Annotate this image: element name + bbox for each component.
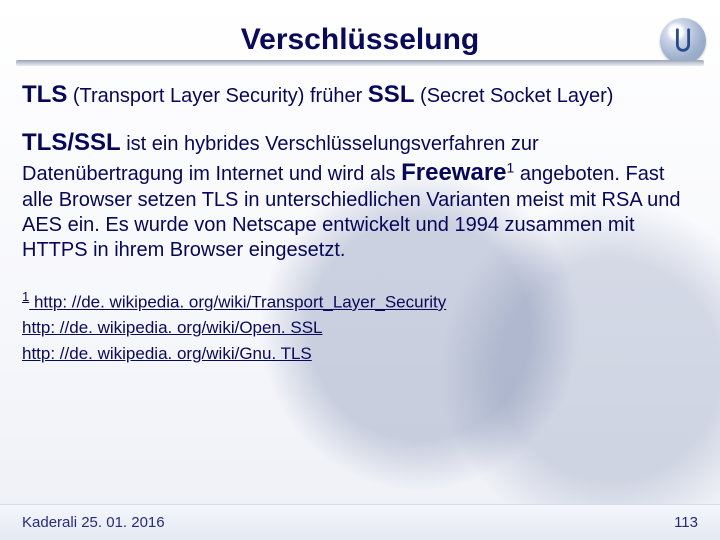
term-tls: TLS — [22, 81, 67, 108]
page-number: 113 — [674, 514, 698, 531]
text-segment: (Transport Layer Security) früher — [67, 85, 367, 107]
term-freeware: Freeware — [401, 159, 506, 186]
link-row: http: //de. wikipedia. org/wiki/Open. SS… — [22, 315, 698, 341]
logo-glyph-icon — [668, 26, 698, 56]
paragraph-description: TLS/SSL ist ein hybrides Verschlüsselung… — [22, 128, 698, 263]
link-row: http: //de. wikipedia. org/wiki/Gnu. TLS — [22, 341, 698, 367]
slide: Verschlüsselung TLS (Transport Layer Sec… — [0, 0, 720, 540]
link-wikipedia-openssl[interactable]: http: //de. wikipedia. org/wiki/Open. SS… — [22, 318, 323, 337]
footer-author-date: Kaderali 25. 01. 2016 — [22, 514, 165, 531]
link-row: 1 http: //de. wikipedia. org/wiki/Transp… — [22, 287, 698, 315]
term-ssl: SSL — [368, 81, 415, 108]
link-wikipedia-tls[interactable]: http: //de. wikipedia. org/wiki/Transpor… — [29, 293, 446, 312]
reference-links: 1 http: //de. wikipedia. org/wiki/Transp… — [22, 287, 698, 366]
text-segment: (Secret Socket Layer) — [414, 85, 613, 107]
slide-title: Verschlüsselung — [0, 23, 720, 57]
link-wikipedia-gnutls[interactable]: http: //de. wikipedia. org/wiki/Gnu. TLS — [22, 344, 312, 363]
paragraph-tls-definition: TLS (Transport Layer Security) früher SS… — [22, 80, 698, 110]
title-underline — [16, 60, 704, 66]
content-area: TLS (Transport Layer Security) früher SS… — [22, 80, 698, 480]
university-logo-icon — [660, 18, 706, 64]
term-tls-ssl: TLS/SSL — [22, 129, 121, 156]
footer: Kaderali 25. 01. 2016 113 — [0, 504, 720, 540]
